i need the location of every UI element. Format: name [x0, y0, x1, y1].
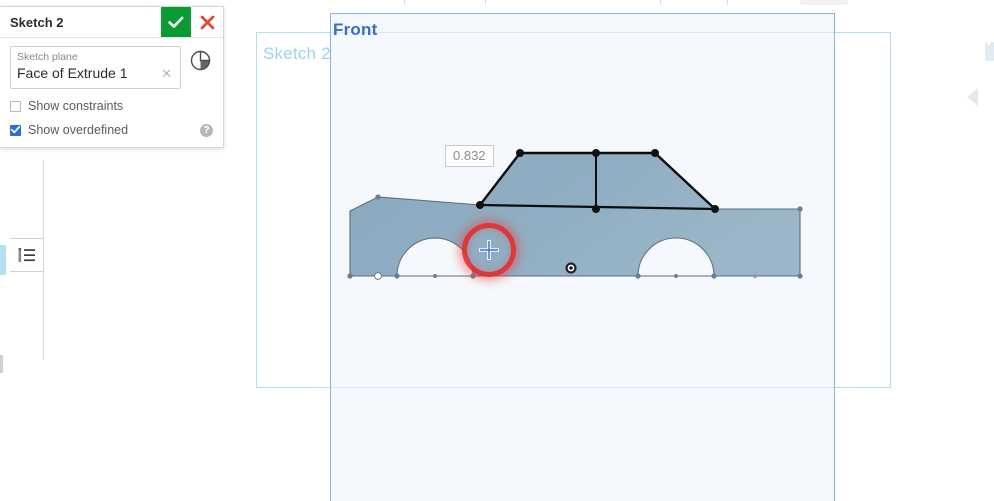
rear-arch-center-point[interactable]: [674, 274, 678, 278]
panel-header: Sketch 2: [0, 7, 223, 38]
sketch-origin-point[interactable]: [565, 262, 577, 274]
sketch-name-label: Sketch 2: [263, 44, 331, 63]
toolbar-button[interactable]: [800, 0, 848, 5]
toolbar-separator: [660, 0, 661, 5]
feature-list-icon: [18, 247, 35, 262]
sketch-plane-label: Sketch plane: [17, 51, 78, 63]
sketch-plane-field[interactable]: Sketch plane Face of Extrude 1 ✕: [10, 46, 181, 89]
sketch-plane-orientation-icon: [190, 50, 210, 70]
panel-body: Sketch plane Face of Extrude 1 ✕ Show co…: [0, 38, 223, 147]
front-arch-center-point[interactable]: [433, 274, 437, 278]
sketch-plane-row: Sketch plane Face of Extrude 1 ✕: [10, 46, 213, 89]
cancel-button[interactable]: [191, 7, 223, 37]
collapse-left-arrow-icon[interactable]: [967, 88, 978, 106]
clear-field-icon[interactable]: ✕: [159, 66, 174, 81]
feature-tree-selection-indicator: [0, 245, 6, 275]
sketch-plane-orientation-button[interactable]: [187, 47, 213, 73]
feature-tree-button[interactable]: [10, 238, 44, 272]
plane-name-label: Front: [333, 20, 378, 39]
car-sketch-geometry[interactable]: [330, 131, 830, 296]
close-x-icon: [200, 15, 214, 29]
sketch-vertex-open[interactable]: [374, 272, 382, 280]
crosshair-cursor-icon: [479, 240, 499, 260]
right-panel-tab[interactable]: [985, 42, 994, 61]
show-constraints-checkbox[interactable]: [10, 100, 21, 112]
help-icon[interactable]: ?: [200, 124, 213, 137]
toolbar-separator: [404, 0, 405, 5]
edge-toolbar-tick: [0, 355, 3, 373]
show-overdefined-row[interactable]: Show overdefined ?: [10, 123, 213, 137]
show-constraints-label: Show constraints: [28, 99, 124, 113]
toolbar-separator: [485, 0, 486, 5]
toolbar-separator: [727, 0, 728, 5]
accept-button[interactable]: [161, 7, 191, 37]
panel-title: Sketch 2: [10, 14, 64, 30]
sketch-plane-value[interactable]: Face of Extrude 1: [17, 64, 159, 83]
checkmark-icon: [168, 16, 184, 28]
show-overdefined-checkbox[interactable]: [10, 124, 21, 136]
left-edge-toolbar[interactable]: [0, 160, 44, 373]
car-body-fill[interactable]: [350, 153, 800, 276]
checkbox-check-icon: [11, 126, 20, 134]
show-overdefined-label: Show overdefined: [28, 123, 129, 137]
dimension-callout[interactable]: 0.832: [445, 145, 494, 167]
show-constraints-row[interactable]: Show constraints: [10, 99, 213, 113]
sketch-command-panel: Sketch 2 Sketch plane Face of Extrude 1 …: [0, 6, 224, 148]
